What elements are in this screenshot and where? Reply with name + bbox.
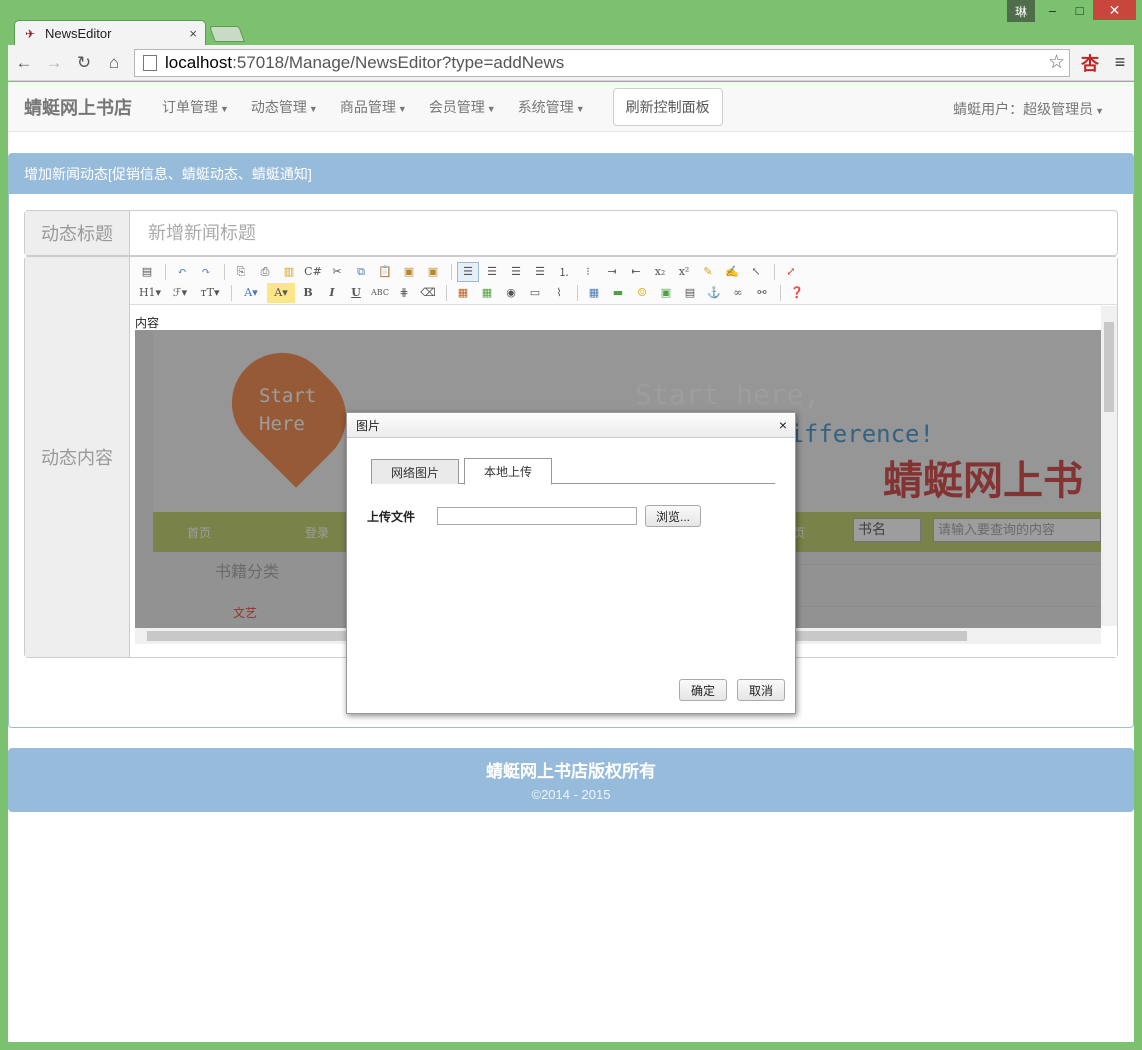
close-window-button[interactable]: ✕ (1093, 0, 1136, 20)
browser-menu-icon[interactable]: ≡ (1106, 49, 1134, 77)
tab-title: NewsEditor (45, 26, 112, 41)
dialog-tabs: 网络图片 本地上传 (371, 458, 775, 485)
new-tab-button[interactable] (209, 26, 245, 42)
forward-arrow-icon[interactable]: → (40, 49, 68, 77)
tab-close-icon[interactable]: × (189, 26, 197, 41)
address-bar[interactable]: localhost:57018/Manage/NewsEditor?type=a… (134, 48, 1070, 77)
dialog-close-icon[interactable]: × (779, 417, 787, 433)
upload-file-label: 上传文件 (367, 509, 416, 524)
home-icon[interactable]: ⌂ (100, 49, 128, 77)
reload-icon[interactable]: ↻ (70, 49, 98, 77)
page-icon (143, 54, 157, 71)
tab-network-image[interactable]: 网络图片 (371, 459, 460, 484)
url-path: :57018/Manage/NewsEditor?type=addNews (232, 52, 565, 72)
window-controls: 琳 – □ ✕ (1007, 0, 1136, 22)
minimize-button[interactable]: – (1039, 0, 1066, 20)
upload-row: 上传文件 浏览... (367, 505, 702, 527)
maximize-button[interactable]: □ (1066, 0, 1093, 20)
tab-local-upload[interactable]: 本地上传 (464, 458, 553, 485)
browser-window: 琳 – □ ✕ ✈ NewsEditor × ← → ↻ ⌂ localhost… (0, 0, 1142, 1050)
dragonfly-favicon-icon: ✈ (25, 26, 36, 41)
image-dialog: 图片 × 网络图片 本地上传 上传文件 浏览... 确定 取消 (346, 412, 796, 714)
browser-tab[interactable]: ✈ NewsEditor × (14, 20, 206, 46)
cancel-button[interactable]: 取消 (737, 679, 786, 701)
file-path-input[interactable] (437, 507, 637, 525)
url-host: localhost (165, 52, 233, 72)
confirm-button[interactable]: 确定 (679, 679, 728, 701)
bookmark-star-icon[interactable]: ☆ (1048, 51, 1065, 74)
extension-icon[interactable]: 杏 (1076, 49, 1104, 77)
dialog-title: 图片 (347, 413, 795, 438)
back-arrow-icon[interactable]: ← (10, 49, 38, 77)
browser-toolbar: ← → ↻ ⌂ localhost:57018/Manage/NewsEdito… (8, 45, 1134, 81)
profile-badge[interactable]: 琳 (1007, 0, 1035, 22)
browse-button[interactable]: 浏览... (645, 505, 702, 527)
